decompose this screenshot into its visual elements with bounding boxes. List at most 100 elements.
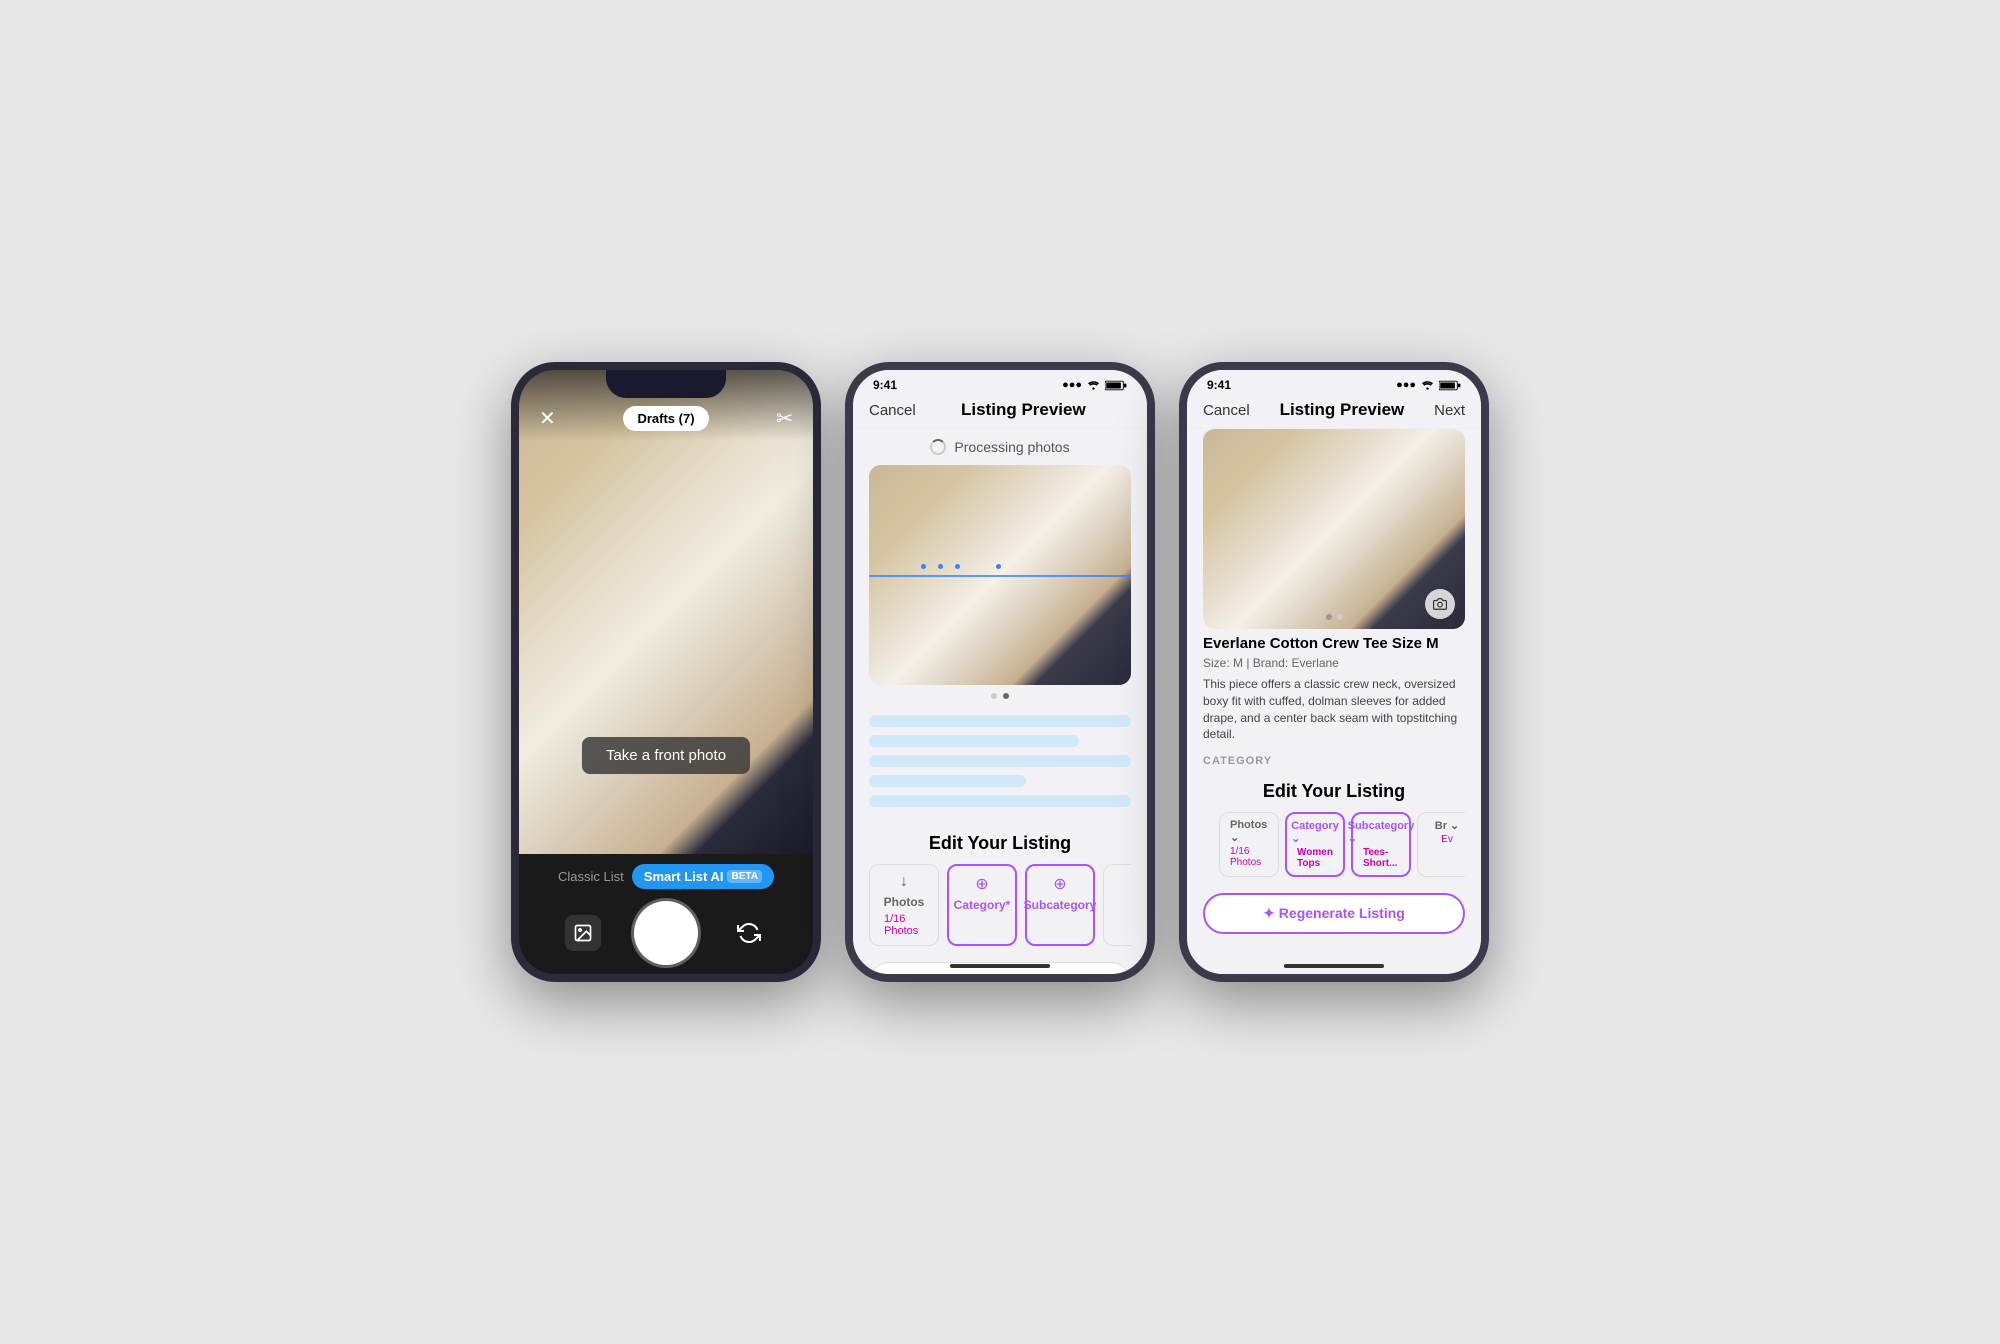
- photos-tab-icon-2: ↓: [900, 873, 908, 891]
- subcategory-tab-2[interactable]: ⊕ Subcategory: [1025, 864, 1095, 946]
- phone-1-screen: Take a front photo ✕ Drafts (7) ✂ Classi…: [519, 370, 813, 974]
- photos-tab-3[interactable]: Photos ⌄ 1/16 Photos: [1219, 812, 1279, 877]
- cancel-button-3[interactable]: Cancel: [1203, 402, 1250, 419]
- status-icons-2: ●●●: [1062, 379, 1127, 391]
- home-indicator-3: [1284, 964, 1384, 968]
- phone-1-camera: Take a front photo ✕ Drafts (7) ✂ Classi…: [511, 362, 821, 982]
- status-icons-3: ●●●: [1396, 379, 1461, 391]
- skeleton-line-2: [869, 735, 1079, 747]
- category-tab-icon-2: ⊕: [975, 874, 988, 894]
- cancel-button-2[interactable]: Cancel: [869, 402, 916, 419]
- drafts-button[interactable]: Drafts (7): [623, 406, 708, 431]
- img-dot-3-1: [1326, 614, 1332, 620]
- subcategory-tab-icon-2: ⊕: [1053, 874, 1066, 894]
- category-tab-2[interactable]: ⊕ Category*: [947, 864, 1017, 946]
- brand-tab-label-3: Br ⌄: [1435, 819, 1460, 832]
- scan-dots: [921, 564, 1001, 569]
- phones-container: Take a front photo ✕ Drafts (7) ✂ Classi…: [511, 362, 1489, 982]
- photos-tab-label-3: Photos ⌄: [1230, 819, 1268, 844]
- classic-list-label: Classic List: [558, 869, 624, 884]
- category-tab-label-2: Category*: [954, 898, 1011, 912]
- brand-tab-value-3: Ev: [1441, 834, 1453, 845]
- shutter-button[interactable]: [634, 901, 698, 965]
- beta-badge: BETA: [727, 870, 761, 883]
- category-tab-3[interactable]: Category ⌄ Women Tops: [1285, 812, 1345, 877]
- phone-1-notch: [606, 370, 726, 398]
- photo-instruction-overlay: Take a front photo: [582, 737, 750, 774]
- brand-tab-3[interactable]: Br ⌄ Ev: [1417, 812, 1465, 877]
- scan-dot-2: [938, 564, 943, 569]
- category-heading-3: CATEGORY: [1187, 747, 1481, 771]
- img-dot-3-2: [1337, 614, 1343, 620]
- smart-list-button[interactable]: Smart List AI BETA: [632, 864, 774, 889]
- skeleton-line-4: [869, 775, 1026, 787]
- category-tab-label-3: Category ⌄: [1291, 820, 1339, 845]
- mode-toggle: Classic List Smart List AI BETA: [558, 864, 774, 889]
- edit-listing-title-3: Edit Your Listing: [1203, 781, 1465, 802]
- next-button-3[interactable]: Next: [1434, 402, 1465, 419]
- edit-listing-section-2: Edit Your Listing ↓ Photos 1/16 Photos ⊕…: [853, 823, 1147, 952]
- gallery-button[interactable]: [565, 915, 601, 951]
- listing-image-2: [869, 465, 1131, 685]
- listing-preview-title-2: Listing Preview: [961, 400, 1086, 420]
- camera-preview: [519, 370, 813, 854]
- skeleton-line-1: [869, 715, 1131, 727]
- status-time-2: 9:41: [873, 378, 897, 392]
- nav-bar-2: Cancel Listing Preview: [853, 396, 1147, 429]
- photos-tab-2[interactable]: ↓ Photos 1/16 Photos: [869, 864, 939, 946]
- image-dots-3: [1203, 609, 1465, 625]
- subcategory-tab-label-3: Subcategory ⌄: [1348, 820, 1415, 845]
- tabs-row-2: ↓ Photos 1/16 Photos ⊕ Category* ⊕ Subca…: [869, 864, 1131, 946]
- listing-photo-2: [869, 465, 1131, 685]
- scan-line: [869, 575, 1131, 577]
- nav-bar-3: Cancel Listing Preview Next: [1187, 396, 1481, 429]
- photos-tab-sublabel-2: 1/16 Photos: [884, 913, 924, 937]
- photo-instruction-text: Take a front photo: [606, 747, 726, 764]
- generating-text: ✦ Generating...: [952, 973, 1049, 974]
- phone-2-screen: 9:41 ●●● Cancel Listing Preview Processi…: [853, 370, 1147, 974]
- image-dots-2: [853, 685, 1147, 707]
- listing-description-3: This piece offers a classic crew neck, o…: [1187, 672, 1481, 747]
- image-dot-2: [1003, 693, 1009, 699]
- skeleton-loading: [853, 707, 1147, 823]
- brand-tab-2[interactable]: B: [1103, 864, 1131, 946]
- edit-listing-section-3: Edit Your Listing Photos ⌄ 1/16 Photos C…: [1187, 771, 1481, 883]
- processing-text: Processing photos: [954, 439, 1069, 455]
- phone-2-processing: 9:41 ●●● Cancel Listing Preview Processi…: [845, 362, 1155, 982]
- listing-title-3: Everlane Cotton Crew Tee Size M: [1187, 629, 1481, 654]
- close-button[interactable]: ✕: [539, 406, 556, 431]
- edit-listing-title-2: Edit Your Listing: [869, 833, 1131, 854]
- subcategory-tab-3[interactable]: Subcategory ⌄ Tees- Short...: [1351, 812, 1411, 877]
- signal-icon-3: ●●●: [1396, 379, 1416, 391]
- status-time-3: 9:41: [1207, 378, 1231, 392]
- scissors-icon[interactable]: ✂: [776, 406, 793, 431]
- processing-banner: Processing photos: [853, 429, 1147, 465]
- listing-image-3: [1203, 429, 1465, 629]
- listing-meta-3: Size: M | Brand: Everlane: [1187, 654, 1481, 672]
- phone-3-result: 9:41 ●●● Cancel Listing Preview Next: [1179, 362, 1489, 982]
- camera-viewfinder: Take a front photo: [519, 370, 813, 854]
- phone-2-notch: [940, 370, 1060, 398]
- subcategory-tab-value-3: Tees- Short...: [1363, 847, 1399, 869]
- photos-tab-label-2: Photos: [884, 895, 925, 909]
- camera-controls: [519, 901, 813, 965]
- skeleton-line-3: [869, 755, 1131, 767]
- processing-spinner: [930, 439, 946, 455]
- tabs-row-3: Photos ⌄ 1/16 Photos Category ⌄ Women To…: [1203, 812, 1465, 877]
- camera-bottom-bar: Classic List Smart List AI BETA: [519, 854, 813, 974]
- home-indicator-2: [950, 964, 1050, 968]
- regenerate-button[interactable]: ✦ Regenerate Listing: [1203, 893, 1465, 934]
- photos-tab-sublabel-3: 1/16 Photos: [1230, 846, 1268, 868]
- flip-camera-button[interactable]: [731, 915, 767, 951]
- subcategory-tab-label-2: Subcategory: [1024, 898, 1097, 912]
- image-dot-1: [991, 693, 997, 699]
- phone-3-screen: 9:41 ●●● Cancel Listing Preview Next: [1187, 370, 1481, 974]
- signal-icon-2: ●●●: [1062, 379, 1082, 391]
- phone-3-notch: [1274, 370, 1394, 398]
- skeleton-line-5: [869, 795, 1131, 807]
- regenerate-text: ✦ Regenerate Listing: [1263, 905, 1405, 922]
- category-tab-value-3: Women Tops: [1297, 847, 1333, 869]
- listing-preview-title-3: Listing Preview: [1280, 400, 1405, 420]
- scan-dot-4: [996, 564, 1001, 569]
- scan-dot-3: [955, 564, 960, 569]
